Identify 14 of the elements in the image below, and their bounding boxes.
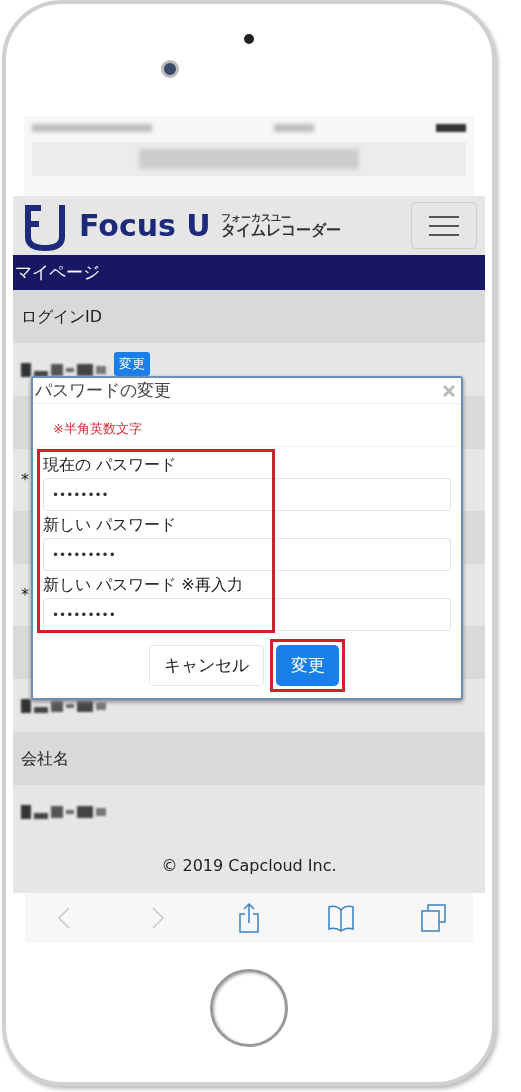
page-title: マイページ (13, 255, 485, 290)
heading-text: ログインID (21, 305, 103, 328)
logo-text: Focus U (79, 210, 211, 241)
field-label: 新しい パスワード ※再入力 (43, 573, 244, 596)
field-label: 新しい パスワード (43, 513, 178, 536)
note-text: ※半角英数文字 (52, 421, 143, 436)
logo-ruby: フォーカスユー (220, 213, 292, 223)
value-text: * (21, 584, 29, 606)
value-text: * (21, 469, 29, 491)
heading-text: 会社名 (21, 747, 69, 770)
dialog-title: パスワードの変更 (35, 378, 171, 402)
copyright-text: © 2019 Capcloud Inc. (13, 838, 485, 893)
field-label: 現在の パスワード (43, 453, 178, 476)
logo-subtitle: タイムレコーダー (220, 223, 341, 238)
